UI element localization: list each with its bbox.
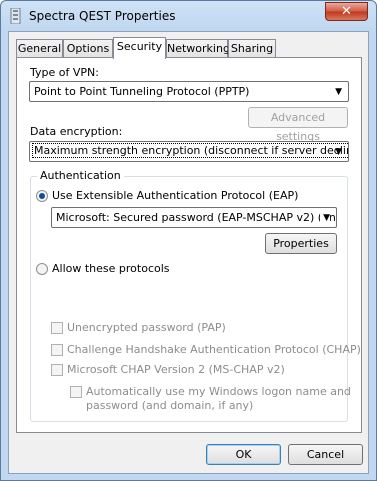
tab-sharing[interactable]: Sharing [228,39,276,57]
auto-logon-checkbox[interactable] [70,386,82,398]
properties-button[interactable]: Properties [265,233,337,254]
authentication-group-title: Authentication [37,169,124,182]
mschapv2-label: Microsoft CHAP Version 2 (MS-CHAP v2) [67,363,285,376]
data-encryption-label: Data encryption: [30,125,123,138]
chap-label: Challenge Handshake Authentication Proto… [67,343,361,356]
mschapv2-checkbox[interactable] [51,364,63,376]
vpn-type-label: Type of VPN: [30,66,99,79]
allow-protocols-radio[interactable] [36,263,48,275]
pap-checkbox[interactable] [51,322,63,334]
cancel-button[interactable]: Cancel [288,444,363,465]
data-encryption-dropdown[interactable]: Maximum strength encryption (disconnect … [29,141,349,162]
chap-checkbox[interactable] [51,344,63,356]
window-title: Spectra QEST Properties [29,9,176,23]
auto-logon-label-line1: Automatically use my Windows logon name … [86,385,351,398]
data-encryption-value: Maximum strength encryption (disconnect … [32,143,348,158]
vpn-type-dropdown[interactable]: Point to Point Tunneling Protocol (PPTP)… [29,81,349,102]
chevron-down-icon: ▼ [335,147,342,157]
close-button[interactable]: ✕ [325,2,368,21]
tab-security[interactable]: Security [113,37,166,59]
tab-options[interactable]: Options [63,39,113,57]
chevron-down-icon: ▼ [335,87,342,97]
chevron-down-icon: ▼ [320,213,330,223]
title-bar[interactable]: Spectra QEST Properties ✕ [1,1,376,31]
pap-label: Unencrypted password (PAP) [67,321,226,334]
eap-method-value: Microsoft: Secured password (EAP-MSCHAP … [56,211,337,224]
eap-radio[interactable] [36,190,48,202]
allow-protocols-label[interactable]: Allow these protocols [52,262,170,275]
vpn-type-value: Point to Point Tunneling Protocol (PPTP) [34,85,250,98]
advanced-settings-button[interactable]: Advanced settings [248,107,348,143]
radio-selected-dot [39,193,45,199]
ok-button[interactable]: OK [206,444,281,465]
close-icon: ✕ [341,4,352,19]
network-connection-icon [10,8,21,24]
tab-networking[interactable]: Networking [166,39,230,57]
eap-method-dropdown[interactable]: Microsoft: Secured password (EAP-MSCHAP … [51,207,337,228]
tab-general[interactable]: General [16,39,63,57]
auto-logon-label-line2: password (and domain, if any) [86,399,254,412]
eap-radio-label[interactable]: Use Extensible Authentication Protocol (… [52,189,298,202]
